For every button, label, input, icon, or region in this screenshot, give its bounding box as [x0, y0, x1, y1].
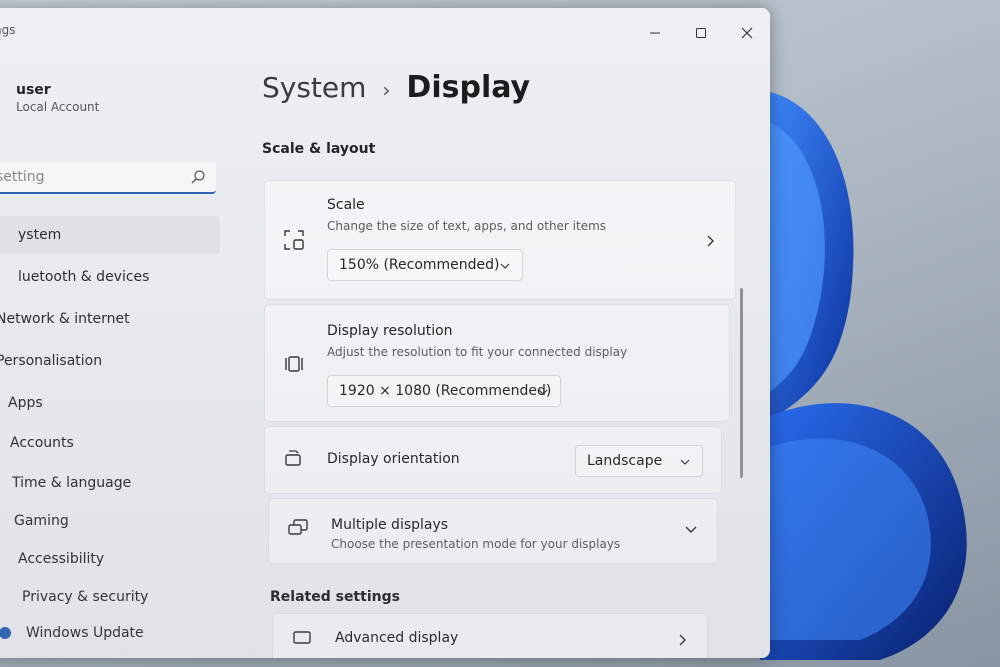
breadcrumb-separator: › [382, 78, 391, 102]
display-resolution-title: Display resolution [327, 323, 453, 339]
chevron-right-icon[interactable] [705, 235, 715, 247]
sidebar-item-label: Personalisation [0, 353, 103, 369]
sidebar-item-label: Accessibility [18, 551, 105, 567]
sidebar-item-gaming[interactable]: Gaming [0, 502, 226, 540]
display-orientation-value: Landscape [587, 453, 663, 469]
display-resolution-card: Display resolution Adjust the resolution… [264, 304, 730, 422]
multiple-displays-card[interactable]: Multiple displays Choose the presentatio… [268, 498, 718, 564]
window-controls [632, 18, 770, 48]
sidebar-item-network[interactable]: Network & internet [0, 300, 226, 338]
chevron-right-icon[interactable] [677, 634, 687, 646]
content-scrollbar[interactable] [740, 288, 743, 478]
app-title: ngs [0, 23, 16, 37]
orientation-icon [285, 450, 301, 466]
multiple-displays-icon [288, 519, 308, 535]
display-orientation-title: Display orientation [327, 451, 460, 467]
display-orientation-card: Display orientation Landscape [264, 426, 722, 494]
resolution-icon [285, 356, 303, 372]
section-title-scale-layout: Scale & layout [262, 141, 376, 157]
user-account-type: Local Account [16, 100, 100, 114]
sidebar-item-label: ystem [18, 227, 62, 243]
sidebar-item-label: Gaming [14, 513, 69, 529]
scale-card[interactable]: Scale Change the size of text, apps, and… [264, 180, 736, 300]
search-icon[interactable] [190, 169, 206, 185]
minimize-button[interactable] [632, 18, 678, 48]
sidebar-item-label: Accounts [10, 435, 74, 451]
display-resolution-description: Adjust the resolution to fit your connec… [327, 345, 628, 359]
maximize-icon [696, 28, 706, 38]
scale-dropdown[interactable]: 150% (Recommended) [327, 249, 523, 281]
multiple-displays-title: Multiple displays [331, 517, 449, 533]
sidebar-item-label: Network & internet [0, 311, 130, 327]
search-input[interactable] [0, 162, 178, 192]
chevron-down-icon[interactable] [685, 525, 697, 535]
sidebar-item-bluetooth[interactable]: luetooth & devices [0, 258, 226, 296]
scale-description: Change the size of text, apps, and other… [327, 219, 607, 233]
sidebar-item-label: Privacy & security [22, 589, 149, 605]
sidebar-item-privacy[interactable]: Privacy & security [0, 578, 226, 616]
section-title-related-settings: Related settings [270, 589, 400, 605]
display-orientation-dropdown[interactable]: Landscape [575, 445, 703, 477]
chevron-down-icon [538, 389, 548, 395]
nav-icon [0, 268, 12, 286]
sidebar-item-label: Time & language [12, 475, 132, 491]
settings-window: ngs user Local Account ystem luetooth & … [0, 8, 770, 658]
display-resolution-value: 1920 × 1080 (Recommended) [339, 383, 552, 399]
user-profile[interactable]: user Local Account [16, 82, 99, 114]
sidebar-item-time-language[interactable]: Time & language [0, 464, 226, 502]
close-button[interactable] [724, 18, 770, 48]
user-name: user [16, 82, 51, 98]
sidebar-item-accounts[interactable]: Accounts [0, 424, 226, 462]
page-title: Display [406, 70, 531, 105]
breadcrumb: System › Display [262, 70, 530, 105]
breadcrumb-parent[interactable]: System [262, 71, 366, 104]
scale-icon [284, 230, 304, 250]
sidebar-item-label: Windows Update [26, 625, 144, 641]
monitor-icon [293, 631, 311, 644]
sidebar-item-accessibility[interactable]: Accessibility [0, 540, 226, 578]
chevron-down-icon [680, 459, 690, 465]
advanced-display-title: Advanced display [335, 630, 459, 646]
multiple-displays-description: Choose the presentation mode for your di… [331, 537, 621, 551]
scale-value: 150% (Recommended) [339, 257, 500, 273]
maximize-button[interactable] [678, 18, 724, 48]
search-box[interactable] [0, 162, 216, 194]
advanced-display-card[interactable]: Advanced display [272, 613, 708, 658]
sidebar-item-apps[interactable]: Apps [0, 384, 226, 422]
minimize-icon [650, 32, 660, 34]
close-icon [741, 27, 753, 39]
scale-title: Scale [327, 197, 365, 213]
windows-update-icon [0, 627, 11, 639]
nav-icon [0, 226, 12, 244]
display-resolution-dropdown[interactable]: 1920 × 1080 (Recommended) [327, 375, 561, 407]
sidebar-item-label: Apps [8, 395, 43, 411]
chevron-down-icon [500, 263, 510, 269]
sidebar-item-system[interactable]: ystem [0, 216, 220, 254]
sidebar-item-label: luetooth & devices [18, 269, 150, 285]
sidebar-item-windows-update[interactable]: Windows Update [0, 614, 226, 652]
sidebar-item-personalisation[interactable]: Personalisation [0, 342, 226, 380]
sidebar-nav: ystem luetooth & devices Network & inter… [0, 216, 226, 652]
